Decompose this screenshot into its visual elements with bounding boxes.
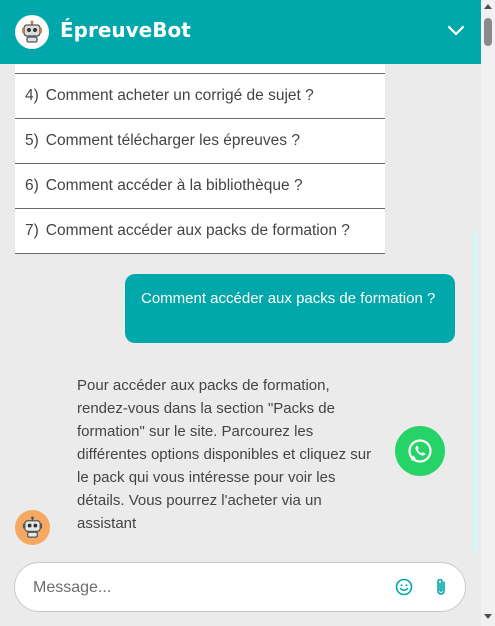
paperclip-icon[interactable] [433,577,449,597]
chevron-down-icon[interactable] [447,24,465,38]
quick-reply-option[interactable]: 5) Comment télécharger les épreuves ? [15,119,385,164]
quick-reply-list: 4) Comment acheter un corrigé de sujet ? … [15,64,385,254]
message-composer [14,562,466,612]
scroll-down-arrow-icon[interactable] [484,614,492,619]
bot-avatar [15,510,50,545]
chat-scrollbar[interactable] [473,232,478,552]
robot-icon [15,15,49,49]
smiley-icon[interactable] [395,578,413,596]
whatsapp-button[interactable] [395,426,445,476]
quick-reply-option-partial [15,64,385,74]
user-message-bubble: Comment accéder aux packs de formation ? [125,274,455,343]
message-input[interactable] [33,577,373,599]
chat-header: ÉpreuveBot [0,0,495,64]
chat-title: ÉpreuveBot [60,18,191,42]
bot-message: Pour accéder aux packs de formation, ren… [77,377,372,532]
page-scrollbar[interactable] [481,0,495,626]
scroll-thumb[interactable] [484,18,492,46]
quick-reply-option[interactable]: 4) Comment acheter un corrigé de sujet ? [15,74,385,119]
whatsapp-icon [408,439,432,463]
quick-reply-option[interactable]: 6) Comment accéder à la bibliothèque ? [15,164,385,209]
scroll-up-arrow-icon[interactable] [484,4,492,9]
quick-reply-option[interactable]: 7) Comment accéder aux packs de formation… [15,209,385,254]
